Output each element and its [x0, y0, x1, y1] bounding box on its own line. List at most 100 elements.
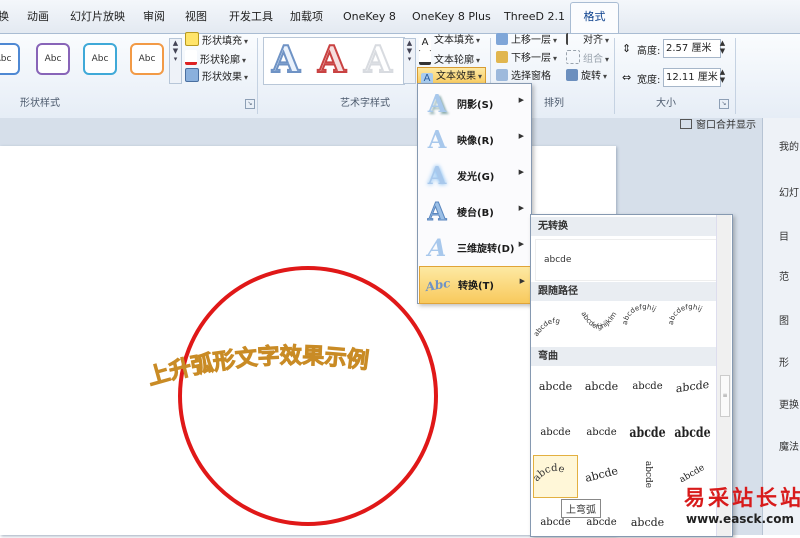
menu-item-3d-rotation[interactable]: A 三维旋转(D) ▶ — [419, 230, 530, 266]
text-outline-button[interactable]: 文本轮廓 ▾ — [419, 50, 480, 67]
no-transform-option[interactable]: abcde — [535, 239, 723, 281]
warp-ring-option[interactable]: abcde — [627, 410, 668, 456]
chevron-right-icon: ▶ — [518, 132, 524, 140]
tab-view[interactable]: 视图 — [185, 7, 207, 27]
path-arch-up-option[interactable]: abcdefg — [533, 317, 561, 338]
tab-onekey8plus[interactable]: OneKey 8 Plus — [412, 7, 491, 27]
bevel-icon: A — [427, 197, 447, 226]
gallery-scroll[interactable]: ▲ ▼ ▾ — [403, 38, 416, 84]
height-input[interactable]: 2.57 厘米 — [663, 39, 721, 58]
selection-pane-icon — [496, 69, 508, 81]
warp-circle-option[interactable]: abcde — [630, 454, 665, 495]
watermark-url: www.easck.com — [686, 512, 794, 526]
warp-chevron-option[interactable]: abcde — [672, 366, 713, 407]
height-spinner[interactable]: ▲ ▼ — [718, 39, 727, 56]
chevron-right-icon: ▶ — [518, 204, 524, 212]
group-label-arrange: 排列 — [544, 98, 564, 109]
warp-arch-up-option[interactable]: abcde — [531, 455, 578, 498]
menu-item-transform[interactable]: Abc 转换(T) ▶ — [419, 266, 532, 304]
pane-item[interactable]: 形 — [779, 354, 800, 369]
shape-style-sample[interactable]: Abc — [83, 43, 117, 75]
warp-arch-down-option[interactable]: abcde — [577, 453, 625, 497]
group-divider — [614, 38, 615, 114]
warp-ring2-option[interactable]: abcde — [672, 410, 713, 456]
tab-animations[interactable]: 动画 — [27, 7, 49, 27]
warp-triangle-down-option[interactable]: abcde — [627, 369, 668, 404]
tab-slideshow[interactable]: 幻灯片放映 — [70, 7, 125, 27]
tab-review[interactable]: 审阅 — [143, 7, 165, 27]
tab-addins[interactable]: 加载项 — [290, 7, 323, 27]
ribbon: Abc Abc Abc Abc ▲▼▾ 形状填充▾ 形状轮廓▾ 形状效果▾ 形状… — [0, 32, 800, 119]
shape-outline-button[interactable]: 形状轮廓 ▾ — [185, 50, 246, 67]
site-watermark: 易采站长站 www.easck.com — [674, 476, 800, 533]
pen-icon — [419, 50, 431, 65]
pane-item[interactable]: 更换 — [779, 396, 800, 411]
menu-item-reflection[interactable]: A 映像(R) ▶ — [419, 122, 530, 158]
glow-icon: A — [427, 161, 447, 190]
wordart-style-sample[interactable]: A — [271, 39, 301, 81]
tab-format[interactable]: 格式 — [570, 2, 619, 35]
path-button-option[interactable]: abcdefghij — [667, 303, 704, 325]
reflection-icon: A — [427, 125, 447, 154]
pane-item[interactable]: 目 — [779, 228, 800, 243]
shape-effects-button[interactable]: 形状效果 ▾ — [185, 68, 248, 85]
arch-up-preview: abcde — [531, 463, 566, 484]
tab-transitions[interactable]: 换 — [0, 7, 9, 27]
warp-option[interactable]: abcde — [627, 505, 668, 536]
menu-item-shadow[interactable]: A 阴影(S) ▶ — [419, 86, 530, 122]
gallery-scroll[interactable]: ▲ ▼ ▾ — [169, 38, 182, 84]
warp-triangle-up-option[interactable]: abcde — [581, 369, 622, 404]
window-icon — [680, 119, 692, 129]
width-spinner[interactable]: ▲ ▼ — [718, 68, 727, 85]
width-input[interactable]: 12.11 厘米 — [663, 68, 721, 87]
pane-item[interactable]: 幻灯 — [779, 184, 800, 199]
dialog-launcher-icon[interactable]: ↘ — [719, 99, 729, 109]
pane-item[interactable]: 图 — [779, 312, 800, 327]
shape-style-sample[interactable]: Abc — [0, 43, 20, 75]
wordart-style-sample[interactable]: A — [363, 39, 393, 81]
warp-wave2-option[interactable]: abcde — [581, 415, 622, 450]
shape-fill-button[interactable]: 形状填充 ▾ — [185, 32, 248, 49]
warp-plain-option[interactable]: abcde — [535, 369, 576, 404]
section-header-warp: 弯曲 — [531, 347, 724, 366]
align-button[interactable]: 对齐 ▾ — [566, 32, 609, 49]
group-button[interactable]: 组合 ▾ — [566, 50, 609, 67]
width-icon: ⇔ — [622, 71, 632, 84]
rotate-button[interactable]: 旋转 ▾ — [566, 68, 607, 85]
wordart-style-sample[interactable]: A — [317, 39, 347, 81]
path-circle-option[interactable]: abcdefghij — [621, 303, 658, 325]
align-icon — [566, 33, 580, 45]
tooltip: 上弯弧 — [561, 499, 601, 518]
send-backward-button[interactable]: 下移一层 ▾ — [496, 50, 557, 67]
chevron-right-icon: ▶ — [518, 96, 524, 104]
width-label: 宽度: — [637, 75, 661, 86]
pane-item[interactable]: 范 — [779, 268, 800, 283]
right-task-pane: 我的 幻灯 目 范 图 形 更换 魔法 — [762, 118, 800, 535]
shadow-icon: A — [427, 89, 447, 118]
shape-style-sample[interactable]: Abc — [36, 43, 70, 75]
group-divider — [257, 38, 258, 114]
section-header-follow-path: 跟随路径 — [531, 282, 724, 301]
shape-style-sample[interactable]: Abc — [130, 43, 164, 75]
red-circle-shape[interactable] — [178, 266, 438, 526]
warp-wave-option[interactable]: abcde — [535, 415, 576, 450]
menu-item-bevel[interactable]: A 棱台(B) ▶ — [419, 194, 530, 230]
tab-developer[interactable]: 开发工具 — [229, 7, 273, 27]
dialog-launcher-icon[interactable]: ↘ — [245, 99, 255, 109]
text-fill-button[interactable]: A 文本填充 ▾ — [419, 32, 480, 53]
menu-item-glow[interactable]: A 发光(G) ▶ — [419, 158, 530, 194]
window-merge-button[interactable]: 窗口合并显示 — [680, 117, 756, 134]
scroll-thumb[interactable]: ≡ — [720, 375, 730, 417]
pen-icon — [185, 50, 197, 65]
group-divider — [735, 38, 736, 114]
bring-forward-button[interactable]: 上移一层 ▾ — [496, 32, 557, 49]
path-arch-down-option[interactable]: abcdefghijklm — [579, 310, 618, 331]
tab-onekey8[interactable]: OneKey 8 — [343, 7, 396, 27]
height-label: 高度: — [637, 46, 661, 57]
tab-threed[interactable]: ThreeD 2.1 — [504, 7, 565, 27]
chevron-right-icon: ▶ — [519, 277, 525, 285]
pane-item[interactable]: 魔法 — [779, 438, 800, 453]
group-label-shape-styles: 形状样式 — [20, 98, 60, 109]
group-label-size: 大小 — [656, 98, 676, 109]
pane-item[interactable]: 我的 — [779, 138, 800, 153]
